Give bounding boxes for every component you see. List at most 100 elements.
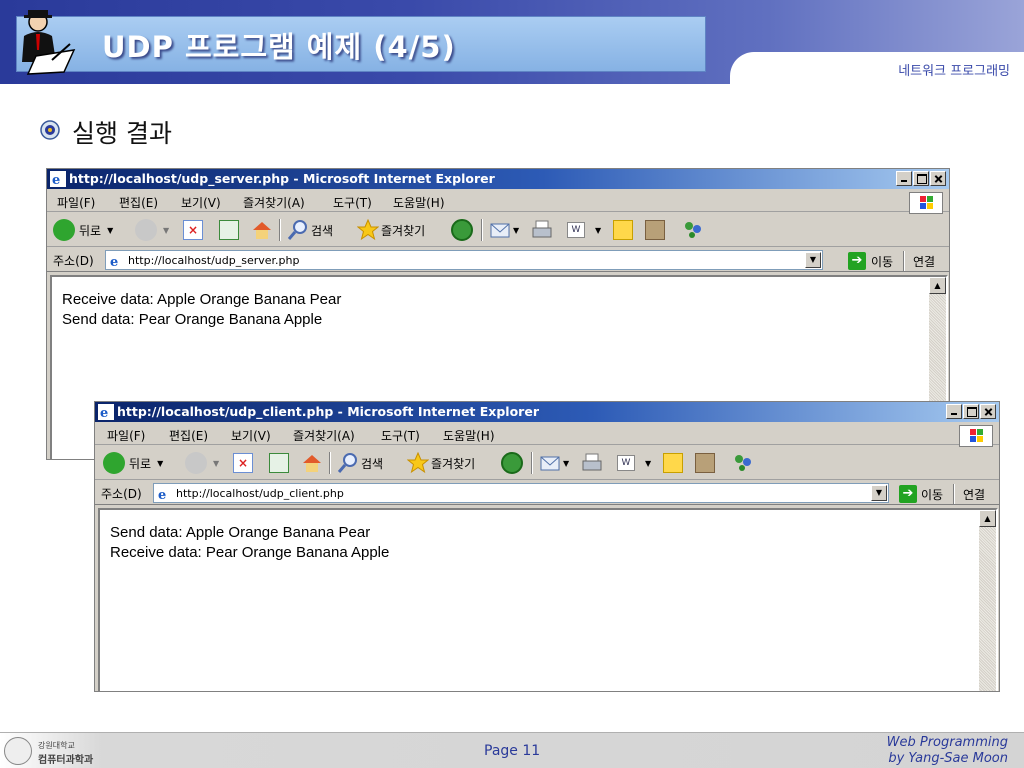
svg-text:e: e bbox=[100, 406, 108, 420]
address-label: 주소(D) bbox=[53, 254, 94, 268]
footer-credit: Web Programming by Yang-Sae Moon bbox=[887, 735, 1008, 767]
back-button[interactable]: 뒤로 ▼ bbox=[53, 219, 113, 241]
messenger-icon bbox=[735, 455, 751, 471]
menu-favorites[interactable]: 즐겨찾기(A) bbox=[243, 194, 305, 211]
content-line: Send data: Pear Orange Banana Apple bbox=[62, 311, 323, 328]
note-icon bbox=[613, 220, 633, 240]
favorites-button[interactable]: 즐겨찾기 bbox=[357, 219, 425, 241]
menu-view[interactable]: 보기(V) bbox=[231, 427, 271, 444]
favorites-label: 즐겨찾기 bbox=[381, 223, 426, 238]
scroll-up-button[interactable]: ▲ bbox=[929, 277, 946, 294]
menu-help[interactable]: 도움말(H) bbox=[393, 194, 445, 211]
address-input[interactable]: e http://localhost/udp_client.php ▼ bbox=[153, 483, 889, 503]
refresh-button[interactable] bbox=[219, 219, 239, 241]
chevron-down-icon: ▼ bbox=[595, 225, 602, 235]
refresh-icon bbox=[219, 220, 239, 240]
address-input[interactable]: e http://localhost/udp_server.php ▼ bbox=[105, 250, 823, 270]
edit-button[interactable]: W ▼ bbox=[617, 452, 651, 474]
window-title: http://localhost/udp_client.php - Micros… bbox=[117, 404, 539, 419]
bullet-emblem-icon bbox=[40, 120, 60, 140]
address-label: 주소(D) bbox=[101, 487, 142, 501]
menu-help[interactable]: 도움말(H) bbox=[443, 427, 495, 444]
research-button[interactable] bbox=[695, 452, 715, 474]
footer-department: 컴퓨터과학과 bbox=[38, 755, 94, 766]
maximize-button[interactable] bbox=[963, 404, 979, 419]
history-button[interactable] bbox=[451, 219, 473, 241]
address-text: http://localhost/udp_client.php bbox=[176, 487, 344, 500]
go-button[interactable]: 이동 bbox=[921, 486, 943, 503]
vertical-scrollbar[interactable]: ▲ bbox=[979, 510, 996, 691]
note-icon bbox=[663, 453, 683, 473]
home-icon bbox=[303, 455, 321, 472]
ie-window-client: e http://localhost/udp_client.php - Micr… bbox=[94, 401, 1000, 692]
menu-edit[interactable]: 편집(E) bbox=[169, 427, 208, 444]
menu-tools[interactable]: 도구(T) bbox=[333, 194, 372, 211]
minimize-button[interactable] bbox=[896, 171, 912, 186]
stop-button[interactable]: × bbox=[233, 452, 253, 474]
close-button[interactable] bbox=[980, 404, 996, 419]
discuss-button[interactable] bbox=[613, 219, 633, 241]
credit-line-1: Web Programming bbox=[886, 735, 1008, 750]
page-icon: e bbox=[158, 488, 166, 502]
window-titlebar[interactable]: e http://localhost/udp_server.php - Micr… bbox=[47, 169, 949, 189]
links-button[interactable]: 연결 bbox=[963, 486, 985, 503]
toolbar: 뒤로 ▼ ▼ × 검색 즐겨찾기 ▼ W ▼ bbox=[47, 213, 949, 247]
go-button[interactable]: 이동 bbox=[871, 253, 893, 270]
close-button[interactable] bbox=[930, 171, 946, 186]
search-button[interactable]: 검색 bbox=[287, 219, 333, 241]
home-button[interactable] bbox=[301, 452, 323, 474]
favorites-button[interactable]: 즐겨찾기 bbox=[407, 452, 475, 474]
print-button[interactable] bbox=[581, 452, 603, 474]
forward-button[interactable]: ▼ bbox=[135, 219, 169, 241]
slide-header: UDP 프로그램 예제 (4/5) 네트워크 프로그래밍 bbox=[0, 0, 1024, 86]
research-icon bbox=[645, 220, 665, 240]
credit-line-2: by Yang-Sae Moon bbox=[888, 751, 1008, 766]
menu-view[interactable]: 보기(V) bbox=[181, 194, 221, 211]
history-button[interactable] bbox=[501, 452, 523, 474]
menu-bar: 파일(F) 편집(E) 보기(V) 즐겨찾기(A) 도구(T) 도움말(H) bbox=[95, 423, 999, 447]
home-button[interactable] bbox=[251, 219, 273, 241]
menu-file[interactable]: 파일(F) bbox=[57, 194, 95, 211]
search-icon bbox=[337, 453, 357, 473]
search-label: 검색 bbox=[311, 223, 334, 238]
messenger-button[interactable] bbox=[681, 219, 705, 241]
mail-button[interactable]: ▼ bbox=[489, 219, 519, 241]
address-dropdown[interactable]: ▼ bbox=[805, 252, 821, 268]
menu-favorites[interactable]: 즐겨찾기(A) bbox=[293, 427, 355, 444]
back-button[interactable]: 뒤로 ▼ bbox=[103, 452, 163, 474]
chevron-down-icon: ▼ bbox=[563, 458, 570, 468]
go-arrow-icon[interactable]: ➔ bbox=[899, 485, 917, 503]
word-icon: W bbox=[567, 222, 585, 238]
scroll-up-button[interactable]: ▲ bbox=[979, 510, 996, 527]
bullet-text: 실행 결과 bbox=[72, 119, 172, 148]
mail-icon bbox=[490, 223, 510, 238]
stop-button[interactable]: × bbox=[183, 219, 203, 241]
header-subtitle: 네트워크 프로그래밍 bbox=[898, 64, 1010, 79]
edit-button[interactable]: W ▼ bbox=[567, 219, 601, 241]
messenger-button[interactable] bbox=[731, 452, 755, 474]
menu-edit[interactable]: 편집(E) bbox=[119, 194, 158, 211]
links-button[interactable]: 연결 bbox=[913, 253, 935, 270]
menu-tools[interactable]: 도구(T) bbox=[381, 427, 420, 444]
svg-text:e: e bbox=[52, 173, 60, 187]
menu-file[interactable]: 파일(F) bbox=[107, 427, 145, 444]
refresh-button[interactable] bbox=[269, 452, 289, 474]
chevron-down-icon: ▼ bbox=[645, 458, 652, 468]
messenger-icon bbox=[685, 222, 701, 238]
search-button[interactable]: 검색 bbox=[337, 452, 383, 474]
print-button[interactable] bbox=[531, 219, 553, 241]
discuss-button[interactable] bbox=[663, 452, 683, 474]
forward-button[interactable]: ▼ bbox=[185, 452, 219, 474]
research-button[interactable] bbox=[645, 219, 665, 241]
window-titlebar[interactable]: e http://localhost/udp_client.php - Micr… bbox=[95, 402, 999, 422]
address-dropdown[interactable]: ▼ bbox=[871, 485, 887, 501]
page-number: Page 11 bbox=[484, 743, 541, 759]
go-arrow-icon[interactable]: ➔ bbox=[848, 252, 866, 270]
stop-icon: × bbox=[233, 453, 253, 473]
address-bar: 주소(D) e http://localhost/udp_client.php … bbox=[95, 481, 999, 505]
maximize-button[interactable] bbox=[913, 171, 929, 186]
favorites-label: 즐겨찾기 bbox=[431, 456, 476, 471]
minimize-button[interactable] bbox=[946, 404, 962, 419]
star-icon bbox=[407, 452, 429, 474]
mail-button[interactable]: ▼ bbox=[539, 452, 569, 474]
